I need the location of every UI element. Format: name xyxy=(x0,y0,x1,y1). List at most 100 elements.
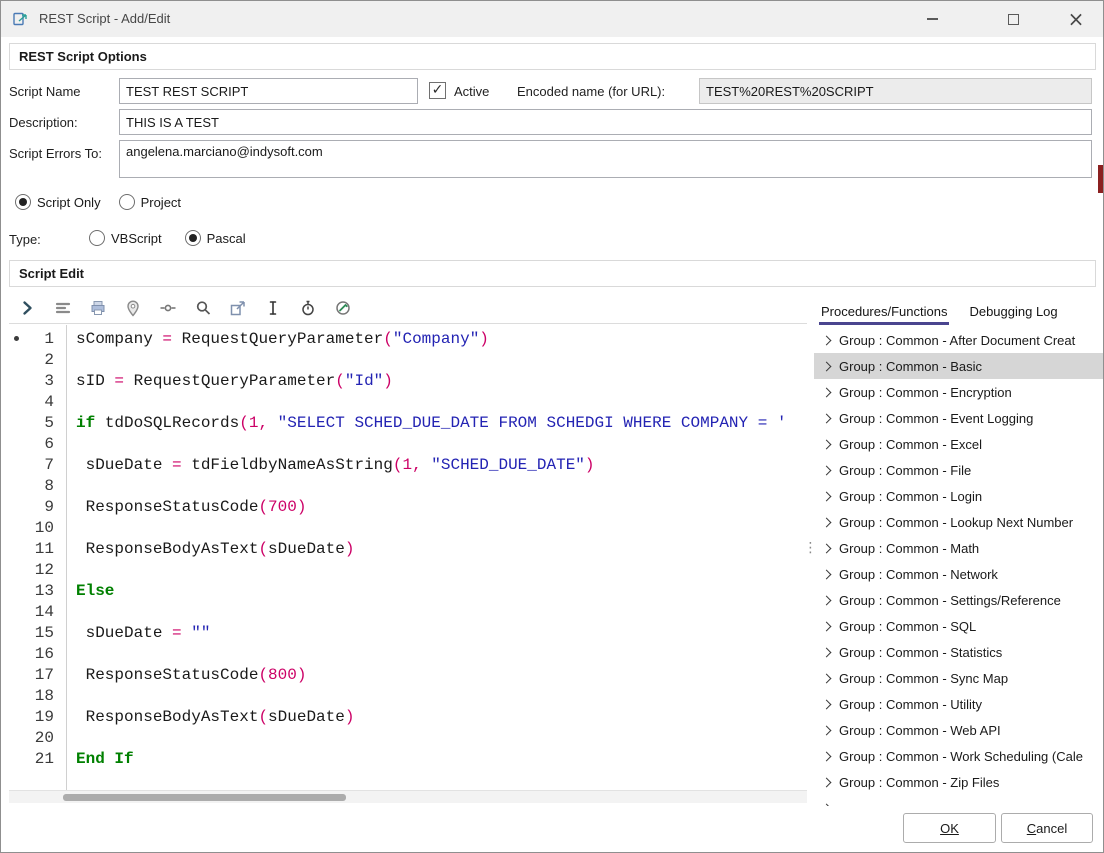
group-row[interactable]: Group : Common - Settings/Reference xyxy=(814,587,1103,613)
group-label: Group : Common - SQL xyxy=(839,619,976,634)
group-row[interactable]: Group : Common - Excel xyxy=(814,431,1103,457)
line-number: 5 xyxy=(9,413,66,434)
text-cursor-icon[interactable] xyxy=(260,295,286,321)
encoded-name-field xyxy=(699,78,1092,104)
radio-script-only[interactable]: Script Only xyxy=(15,194,101,210)
code-line[interactable] xyxy=(76,350,807,371)
code-line[interactable]: ResponseStatusCode(700) xyxy=(76,497,807,518)
radio-pascal[interactable]: Pascal xyxy=(185,230,246,246)
group-row[interactable]: Group : Common - Math xyxy=(814,535,1103,561)
line-number: 14 xyxy=(9,602,66,623)
procedures-panel: Procedures/Functions Debugging Log Group … xyxy=(814,292,1103,806)
code-token: ( xyxy=(335,372,345,390)
tab-debugging-log[interactable]: Debugging Log xyxy=(967,304,1059,325)
code-line[interactable]: ResponseBodyAsText(sDueDate) xyxy=(76,539,807,560)
group-row[interactable]: Group : Common - SQL xyxy=(814,613,1103,639)
watch-icon[interactable] xyxy=(155,295,181,321)
active-checkbox[interactable] xyxy=(429,82,446,99)
code-line[interactable] xyxy=(76,392,807,413)
code-line[interactable]: sID = RequestQueryParameter("Id") xyxy=(76,371,807,392)
code-line[interactable]: Else xyxy=(76,581,807,602)
radio-circle-icon[interactable] xyxy=(15,194,31,210)
line-number: 19 xyxy=(9,707,66,728)
description-input[interactable] xyxy=(119,109,1092,135)
validate-icon[interactable] xyxy=(330,295,356,321)
group-row[interactable]: Group : Common - Basic xyxy=(814,353,1103,379)
line-number: 1 xyxy=(9,329,66,350)
tab-procedures-functions[interactable]: Procedures/Functions xyxy=(819,304,949,325)
code-token: ) xyxy=(345,708,355,726)
print-icon[interactable] xyxy=(85,295,111,321)
run-icon[interactable] xyxy=(15,295,41,321)
code-line[interactable]: if tdDoSQLRecords(1, "SELECT SCHED_DUE_D… xyxy=(76,413,807,434)
radio-vbscript[interactable]: VBScript xyxy=(89,230,162,246)
marker-pin-icon[interactable] xyxy=(120,295,146,321)
group-label: Group : Common - Login xyxy=(839,489,982,504)
code-line[interactable]: sCompany = RequestQueryParameter("Compan… xyxy=(76,329,807,350)
horizontal-scrollbar[interactable] xyxy=(9,790,807,803)
script-errors-input[interactable]: angelena.marciano@indysoft.com xyxy=(119,140,1092,178)
line-number: 8 xyxy=(9,476,66,497)
close-icon[interactable]: × xyxy=(1063,7,1089,31)
script-errors-label: Script Errors To: xyxy=(9,146,102,162)
group-label: Group : Common - File xyxy=(839,463,971,478)
radio-circle-icon[interactable] xyxy=(119,194,135,210)
group-row[interactable]: Group : Common - Web API xyxy=(814,717,1103,743)
radio-project[interactable]: Project xyxy=(119,194,181,210)
cancel-button[interactable]: Cancel xyxy=(1001,813,1093,843)
code-line[interactable] xyxy=(76,728,807,749)
group-row[interactable]: Group : Common - Encryption xyxy=(814,379,1103,405)
code-token: Else xyxy=(76,582,114,600)
group-row[interactable]: Group : Common - Lookup Next Number xyxy=(814,509,1103,535)
code-line[interactable]: sDueDate = "" xyxy=(76,623,807,644)
group-row[interactable]: Group : Common - Statistics xyxy=(814,639,1103,665)
group-row[interactable]: Group : Common - Event Logging xyxy=(814,405,1103,431)
script-edit-section-header: Script Edit xyxy=(9,260,1096,287)
export-icon[interactable] xyxy=(225,295,251,321)
code-line[interactable]: sDueDate = tdFieldbyNameAsString(1, "SCH… xyxy=(76,455,807,476)
code-token: = xyxy=(114,372,133,390)
code-line[interactable] xyxy=(76,686,807,707)
group-label: Group : Common - Web API xyxy=(839,723,1001,738)
group-row[interactable]: Group : Common - Login xyxy=(814,483,1103,509)
group-row[interactable]: Group : Common - Utility xyxy=(814,691,1103,717)
maximize-icon[interactable] xyxy=(1000,7,1026,31)
group-row[interactable]: Group : Common - Work Scheduling (Cale xyxy=(814,743,1103,769)
cancel-label-rest: ancel xyxy=(1036,821,1067,836)
group-label: Group : Common - Excel xyxy=(839,437,982,452)
scrollbar-thumb[interactable] xyxy=(63,794,346,801)
code-line[interactable] xyxy=(76,560,807,581)
stopwatch-icon[interactable] xyxy=(295,295,321,321)
radio-circle-icon[interactable] xyxy=(185,230,201,246)
chevron-right-icon xyxy=(822,569,832,579)
format-lines-icon[interactable] xyxy=(50,295,76,321)
group-row[interactable] xyxy=(814,795,1103,806)
script-name-label: Script Name xyxy=(9,84,81,100)
chevron-right-icon xyxy=(822,491,832,501)
group-row[interactable]: Group : Common - Zip Files xyxy=(814,769,1103,795)
ok-button[interactable]: OK xyxy=(903,813,996,843)
radio-circle-icon[interactable] xyxy=(89,230,105,246)
chevron-right-icon xyxy=(822,673,832,683)
code-line[interactable] xyxy=(76,476,807,497)
code-line[interactable] xyxy=(76,434,807,455)
group-row[interactable]: Group : Common - File xyxy=(814,457,1103,483)
line-number: 4 xyxy=(9,392,66,413)
code-line[interactable] xyxy=(76,518,807,539)
search-icon[interactable] xyxy=(190,295,216,321)
splitter-handle[interactable]: ⋮ xyxy=(807,292,814,803)
code-line[interactable] xyxy=(76,644,807,665)
code-token: ResponseStatusCode xyxy=(76,498,258,516)
group-row[interactable]: Group : Common - Sync Map xyxy=(814,665,1103,691)
code-line[interactable]: End If xyxy=(76,749,807,770)
minimize-icon[interactable] xyxy=(919,7,945,31)
code-line[interactable]: ResponseStatusCode(800) xyxy=(76,665,807,686)
code-token: sCompany xyxy=(76,330,162,348)
line-number: 18 xyxy=(9,686,66,707)
code-editor[interactable]: sCompany = RequestQueryParameter("Compan… xyxy=(68,325,807,790)
code-line[interactable] xyxy=(76,602,807,623)
script-name-input[interactable] xyxy=(119,78,418,104)
group-row[interactable]: Group : Common - Network xyxy=(814,561,1103,587)
group-row[interactable]: Group : Common - After Document Creat xyxy=(814,327,1103,353)
code-line[interactable]: ResponseBodyAsText(sDueDate) xyxy=(76,707,807,728)
